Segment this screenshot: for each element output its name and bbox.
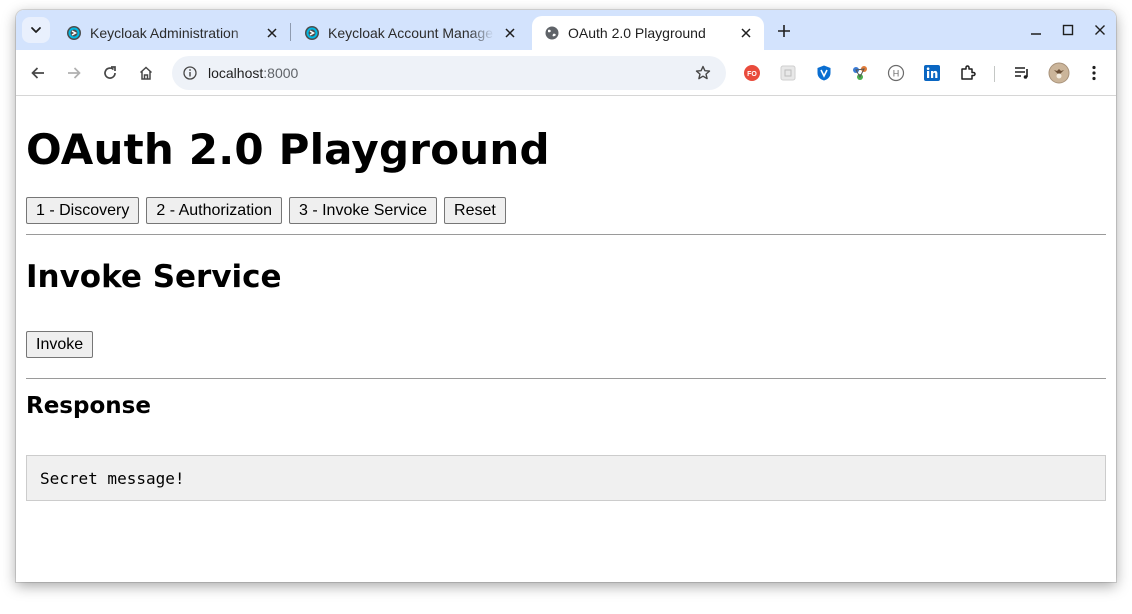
minimize-button[interactable] <box>1028 22 1044 38</box>
tab-oauth-playground[interactable]: OAuth 2.0 Playground <box>532 16 764 50</box>
globe-icon <box>544 25 560 41</box>
tab-search-button[interactable] <box>22 17 50 43</box>
tab-title: Keycloak Administration <box>90 25 239 41</box>
back-button[interactable] <box>28 63 48 83</box>
divider <box>26 234 1106 235</box>
close-icon[interactable] <box>502 25 518 41</box>
response-output: Secret message! <box>26 455 1106 501</box>
divider <box>26 378 1106 379</box>
reload-icon <box>104 66 116 79</box>
browser-window: Keycloak Administration Keycloak Account… <box>16 10 1116 582</box>
page-content: OAuth 2.0 Playground 1 - Discovery 2 - A… <box>16 97 1116 582</box>
reading-list-icon[interactable] <box>1013 64 1031 82</box>
tab-title: OAuth 2.0 Playground <box>568 25 706 41</box>
new-tab-button[interactable] <box>774 21 794 41</box>
reset-button[interactable]: Reset <box>444 197 506 224</box>
invoke-button[interactable]: Invoke <box>26 331 94 358</box>
authorization-button[interactable]: 2 - Authorization <box>146 197 282 224</box>
close-icon <box>1095 25 1105 35</box>
close-icon[interactable] <box>738 25 754 41</box>
url-text: localhost:8000 <box>208 65 298 81</box>
page-title: OAuth 2.0 Playground <box>26 125 550 174</box>
linkedin-icon[interactable] <box>923 64 941 82</box>
invoke-button-wrap: Invoke <box>26 331 94 358</box>
tab-separator <box>290 23 291 41</box>
maximize-icon <box>1062 24 1074 36</box>
fo-extension-icon[interactable]: FO <box>743 64 761 82</box>
grid-extension-icon[interactable] <box>779 64 797 82</box>
chevron-down-icon <box>31 27 41 33</box>
minimize-icon <box>1031 33 1041 35</box>
h-extension-icon[interactable]: H <box>887 64 905 82</box>
tab-title: Keycloak Account Management <box>328 25 494 41</box>
tab-keycloak-account-management[interactable]: Keycloak Account Management <box>292 16 528 50</box>
toolbar-separator <box>994 66 995 82</box>
svg-text:FO: FO <box>747 71 757 78</box>
home-button[interactable] <box>136 63 156 83</box>
maximize-button[interactable] <box>1060 22 1076 38</box>
url-host: localhost <box>208 65 264 81</box>
forward-button[interactable] <box>64 63 84 83</box>
home-icon <box>139 66 153 80</box>
reload-button[interactable] <box>100 63 120 83</box>
step-button-row: 1 - Discovery 2 - Authorization 3 - Invo… <box>26 197 506 224</box>
arrow-right-icon <box>68 67 81 79</box>
keycloak-icon <box>304 25 320 41</box>
kebab-menu-icon[interactable] <box>1085 64 1103 82</box>
tab-strip: Keycloak Administration Keycloak Account… <box>16 10 1116 50</box>
plus-icon <box>778 25 790 37</box>
response-title: Response <box>26 393 151 419</box>
site-info-icon[interactable] <box>182 65 198 81</box>
section-title: Invoke Service <box>26 259 282 295</box>
svg-text:H: H <box>893 69 900 79</box>
profile-avatar[interactable] <box>1048 62 1070 84</box>
address-bar[interactable]: localhost:8000 <box>172 56 726 90</box>
bookmark-star-icon[interactable] <box>694 64 712 82</box>
keycloak-icon <box>66 25 82 41</box>
shield-extension-icon[interactable] <box>815 64 833 82</box>
tab-keycloak-administration[interactable]: Keycloak Administration <box>54 16 290 50</box>
close-window-button[interactable] <box>1092 22 1108 38</box>
close-icon[interactable] <box>264 25 280 41</box>
browser-toolbar: localhost:8000 FO H <box>16 50 1116 96</box>
discovery-button[interactable]: 1 - Discovery <box>26 197 140 224</box>
molecule-extension-icon[interactable] <box>851 64 869 82</box>
arrow-left-icon <box>31 67 44 79</box>
puzzle-extensions-icon[interactable] <box>959 64 977 82</box>
invoke-service-button[interactable]: 3 - Invoke Service <box>288 197 438 224</box>
url-port: :8000 <box>263 65 299 81</box>
